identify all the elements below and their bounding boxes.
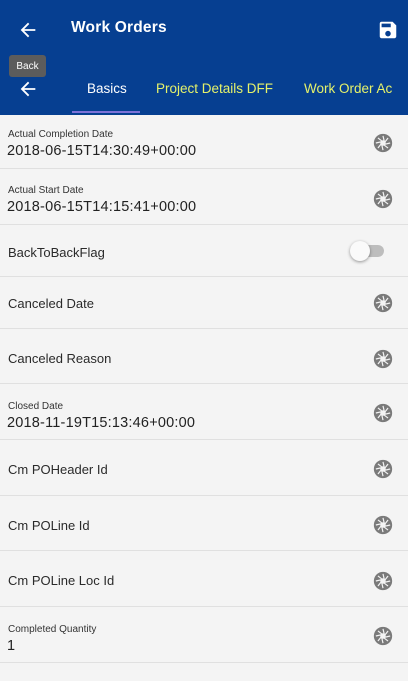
tab-project-details-dff[interactable]: Project Details DFF: [156, 63, 273, 115]
camera-shutter-icon[interactable]: [372, 458, 394, 480]
field-value: 2018-11-19T15:13:46+00:00: [7, 415, 196, 431]
field-label: Actual Completion Date: [8, 129, 114, 140]
field-label: Cm POLine Id: [8, 518, 90, 533]
tab-basics[interactable]: Basics: [87, 63, 127, 115]
tab-work-order-ac[interactable]: Work Order Ac: [304, 63, 392, 115]
list-item[interactable]: Canceled Reason: [0, 329, 408, 384]
field-value: 1: [7, 638, 16, 654]
list-item[interactable]: Cm POHeader Id: [0, 440, 408, 496]
camera-shutter-icon[interactable]: [372, 514, 394, 536]
back-to-back-toggle[interactable]: [350, 241, 386, 261]
tab-back-button[interactable]: [12, 74, 44, 104]
list-item[interactable]: Cm POLine Loc Id: [0, 551, 408, 607]
list-item[interactable]: BackToBackFlag: [0, 225, 408, 277]
toggle-knob: [350, 241, 370, 261]
list-item[interactable]: Actual Start Date 2018-06-15T14:15:41+00…: [0, 169, 408, 225]
arrow-left-icon: [20, 22, 36, 38]
camera-shutter-icon[interactable]: [372, 402, 394, 424]
active-tab-indicator: [72, 111, 140, 113]
camera-shutter-icon[interactable]: [372, 132, 394, 154]
list-item[interactable]: Canceled Date: [0, 277, 408, 329]
field-label: Completed Quantity: [8, 624, 97, 635]
camera-shutter-icon[interactable]: [372, 625, 394, 647]
list-item[interactable]: Closed Date 2018-11-19T15:13:46+00:00: [0, 384, 408, 440]
arrow-left-icon: [20, 81, 36, 97]
field-label: Closed Date: [8, 401, 64, 412]
floppy-disk-icon: [379, 21, 397, 39]
field-value: 2018-06-15T14:30:49+00:00: [7, 143, 197, 159]
camera-shutter-icon[interactable]: [372, 292, 394, 314]
app-header: Work Orders: [0, 0, 408, 63]
page-title: Work Orders: [71, 19, 167, 36]
camera-shutter-icon[interactable]: [372, 188, 394, 210]
field-value: 2018-06-15T14:15:41+00:00: [7, 199, 197, 215]
field-label: Canceled Reason: [8, 351, 112, 366]
field-list: Actual Completion Date 2018-06-15T14:30:…: [0, 115, 408, 681]
save-button[interactable]: [374, 16, 402, 44]
camera-shutter-icon[interactable]: [372, 570, 394, 592]
field-label: Cm POLine Loc Id: [8, 573, 115, 588]
camera-shutter-icon[interactable]: [372, 348, 394, 370]
field-label: Cm POHeader Id: [8, 462, 108, 477]
list-item[interactable]: Cm POLine Id: [0, 496, 408, 551]
work-orders-screen: Work Orders Basics Project Details DFF W…: [0, 0, 408, 681]
list-item[interactable]: Actual Completion Date 2018-06-15T14:30:…: [0, 115, 408, 169]
list-item[interactable]: Completed Quantity 1: [0, 607, 408, 663]
field-label: Actual Start Date: [8, 185, 84, 196]
back-button[interactable]: [12, 15, 44, 45]
field-label: Canceled Date: [8, 296, 94, 311]
field-label: BackToBackFlag: [8, 245, 105, 260]
tab-bar: Basics Project Details DFF Work Order Ac: [0, 63, 408, 115]
back-tooltip: Back: [9, 55, 46, 77]
